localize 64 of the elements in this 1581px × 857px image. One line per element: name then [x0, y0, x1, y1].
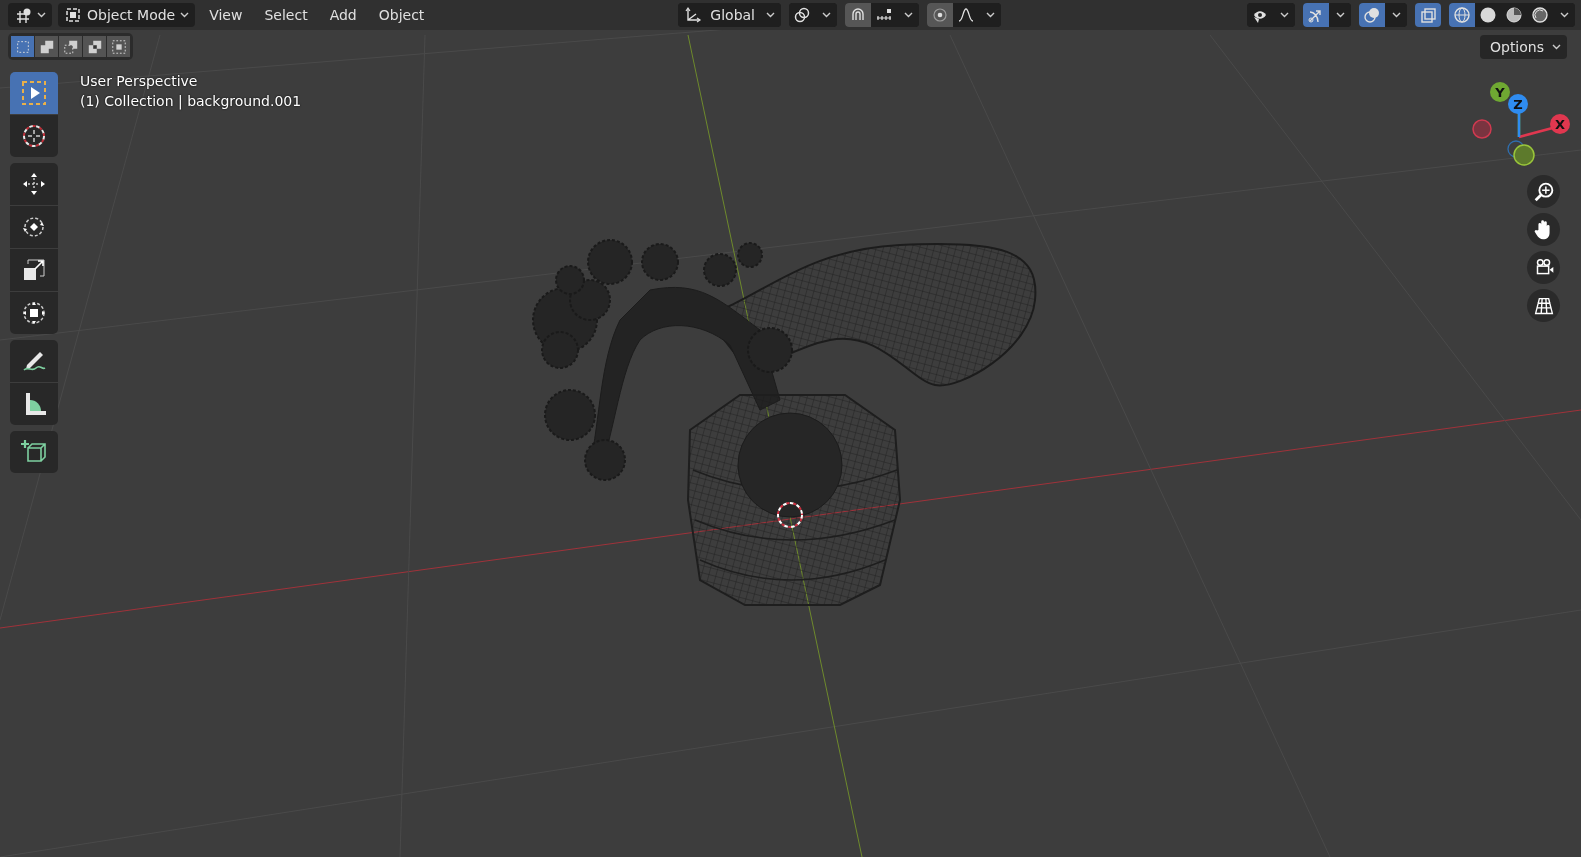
menu-item[interactable]: View: [201, 3, 251, 27]
tool-button[interactable]: [10, 340, 58, 382]
rendered-sphere-icon: [1531, 6, 1549, 24]
tool-button[interactable]: [10, 292, 58, 334]
navigation-button[interactable]: [1527, 175, 1560, 208]
navigation-button[interactable]: [1527, 251, 1560, 284]
solid-sphere-icon: [1479, 6, 1497, 24]
select-mode-button[interactable]: [59, 36, 82, 57]
tool-button[interactable]: [10, 249, 58, 291]
subtract-squares-icon: [62, 38, 79, 55]
caret-icon: [37, 12, 46, 18]
select-box-icon: [20, 79, 48, 107]
dashed-square-icon: [64, 6, 82, 24]
axis-handle-icon[interactable]: [1507, 140, 1525, 158]
overlapping-circles-icon: [1363, 6, 1381, 24]
invert-squares-icon: [86, 38, 103, 55]
mode-dropdown[interactable]: Object Mode: [58, 3, 196, 27]
axis-handle[interactable]: Z: [1508, 94, 1528, 114]
circle-dot-icon: [931, 6, 949, 24]
viewport-info-text: (1) Collection | background.001: [80, 93, 302, 109]
stacked-squares-icon: [38, 38, 55, 55]
overlapping-squares-icon: [1419, 6, 1437, 24]
viewport-info-text: User Perspective: [80, 73, 199, 89]
wireframe-sphere-icon: [1453, 6, 1471, 24]
grid-pin-icon: [14, 6, 32, 24]
axis-handle-icon[interactable]: [1472, 119, 1492, 139]
caret-icon: [1559, 12, 1569, 18]
axis-handle-icon[interactable]: [1513, 144, 1535, 166]
select-mode-button[interactable]: [83, 36, 106, 57]
caret-icon: [1279, 12, 1289, 18]
tool-button[interactable]: [10, 206, 58, 248]
axis-handle[interactable]: X: [1550, 114, 1570, 134]
select-mode-button[interactable]: [11, 36, 34, 57]
axis-handle[interactable]: Y: [1490, 82, 1510, 102]
intersect-squares-icon: [110, 38, 127, 55]
caret-icon: [180, 12, 190, 18]
menu-item[interactable]: Select: [256, 3, 316, 27]
curve-icon: [957, 6, 975, 24]
options-dropdown[interactable]: Options: [1479, 35, 1567, 59]
caret-icon: [821, 12, 831, 18]
cursor-icon: [20, 122, 48, 150]
transform-icon: [20, 299, 48, 327]
menu-item[interactable]: Add: [321, 3, 365, 27]
caret-icon: [903, 12, 913, 18]
caret-icon: [1335, 12, 1345, 18]
3d-cursor-icon: [777, 502, 803, 528]
editor-type-button[interactable]: [8, 3, 52, 27]
select-mode-button[interactable]: [35, 36, 58, 57]
material-sphere-icon: [1505, 6, 1523, 24]
menu-item[interactable]: Object: [370, 3, 433, 27]
caret-icon: [1552, 44, 1561, 50]
dashed-square-icon: [14, 38, 31, 55]
caret-icon: [765, 12, 775, 18]
tool-button[interactable]: [10, 431, 58, 473]
tool-button[interactable]: [10, 163, 58, 205]
tool-button[interactable]: [10, 383, 58, 425]
navigation-button[interactable]: [1527, 289, 1560, 322]
axes-icon: [684, 6, 703, 24]
caret-icon: [985, 12, 995, 18]
tool-button[interactable]: [10, 115, 58, 157]
navigation-button[interactable]: [1527, 213, 1560, 246]
caret-icon: [1391, 12, 1401, 18]
linked-circles-icon: [793, 6, 811, 24]
select-mode-button[interactable]: [107, 36, 130, 57]
